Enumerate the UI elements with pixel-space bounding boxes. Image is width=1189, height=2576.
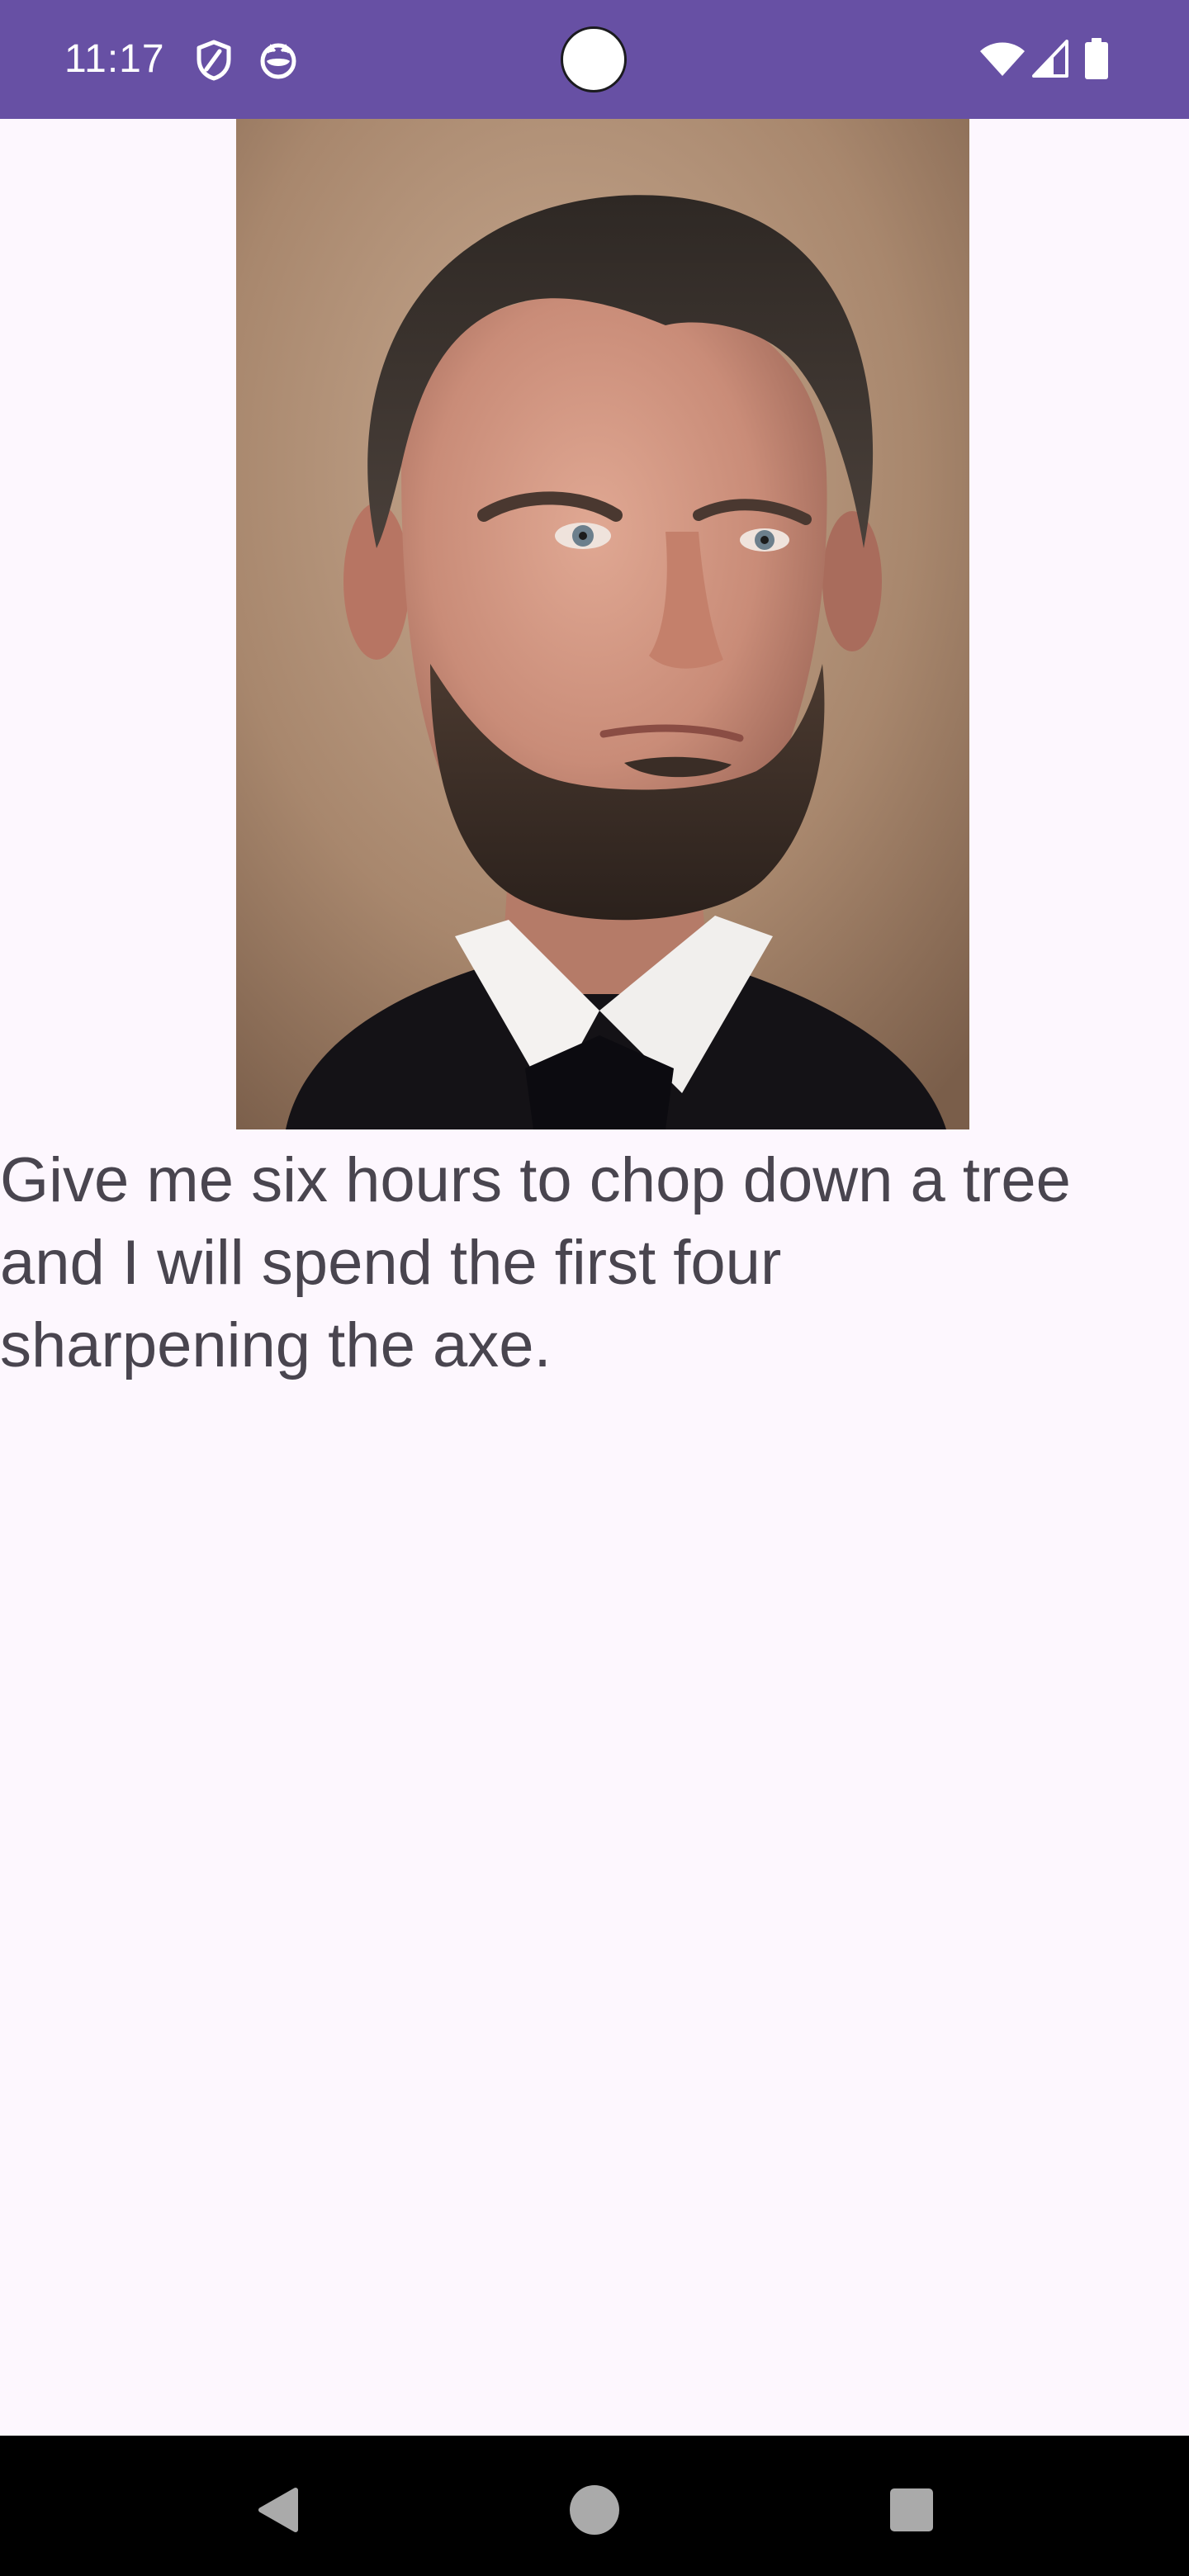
app-screen: 11:17 Give me six hours to chop down a t… [0, 0, 1189, 2576]
quote-text: Give me six hours to chop down a tree an… [0, 1145, 1071, 1380]
back-icon [258, 2488, 298, 2532]
cellular-signal-icon [1032, 40, 1068, 78]
portrait-image [236, 119, 969, 1129]
wifi-icon [980, 42, 1025, 76]
shield-icon [197, 40, 231, 81]
back-button[interactable] [244, 2477, 310, 2543]
recents-icon [890, 2488, 933, 2531]
cat-face-icon [260, 43, 296, 79]
status-time: 11:17 [64, 37, 165, 81]
navigation-bar [0, 2436, 1189, 2576]
home-button[interactable] [561, 2477, 628, 2543]
front-camera-cutout [561, 26, 627, 92]
recents-button[interactable] [879, 2477, 945, 2543]
battery-icon [1085, 38, 1108, 79]
status-bar: 11:17 [0, 0, 1189, 119]
home-icon [570, 2485, 619, 2535]
